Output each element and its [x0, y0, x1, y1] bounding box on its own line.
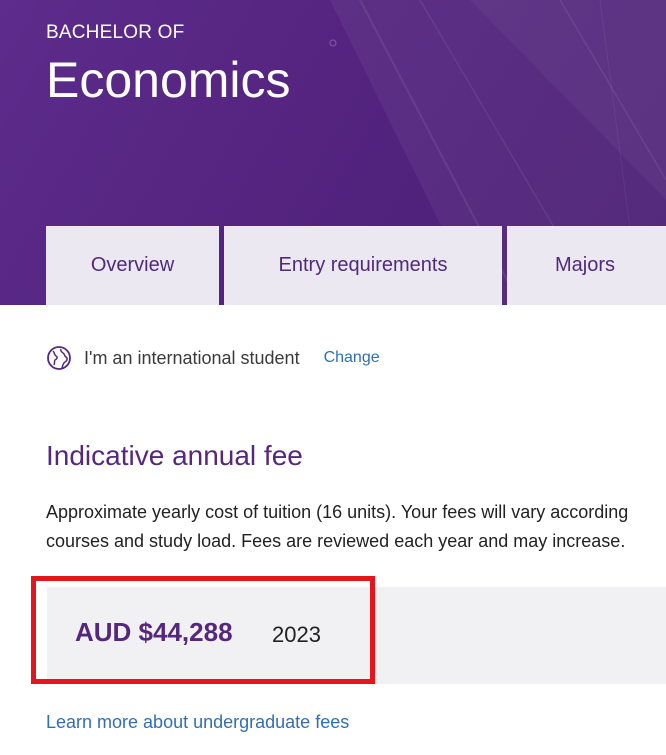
fee-description-line-2: courses and study load. Fees are reviewe…: [46, 531, 626, 551]
highlight-box: [31, 576, 375, 684]
learn-more-fees-link[interactable]: Learn more about undergraduate fees: [46, 712, 349, 733]
fee-description-line-1: Approximate yearly cost of tuition (16 u…: [46, 502, 629, 522]
student-type-selector: I'm an international student Change: [46, 344, 380, 372]
tab-majors[interactable]: Majors: [507, 226, 666, 305]
page-title: Economics: [46, 52, 291, 108]
fee-heading: Indicative annual fee: [46, 440, 303, 471]
student-type-label: I'm an international student: [84, 347, 300, 368]
globe-icon: [46, 345, 72, 371]
degree-eyebrow: BACHELOR OF: [46, 22, 185, 43]
tab-entry-requirements[interactable]: Entry requirements: [224, 226, 502, 305]
fee-description: Approximate yearly cost of tuition (16 u…: [46, 498, 666, 556]
tab-overview[interactable]: Overview: [46, 226, 219, 305]
change-student-type-link[interactable]: Change: [324, 349, 380, 367]
